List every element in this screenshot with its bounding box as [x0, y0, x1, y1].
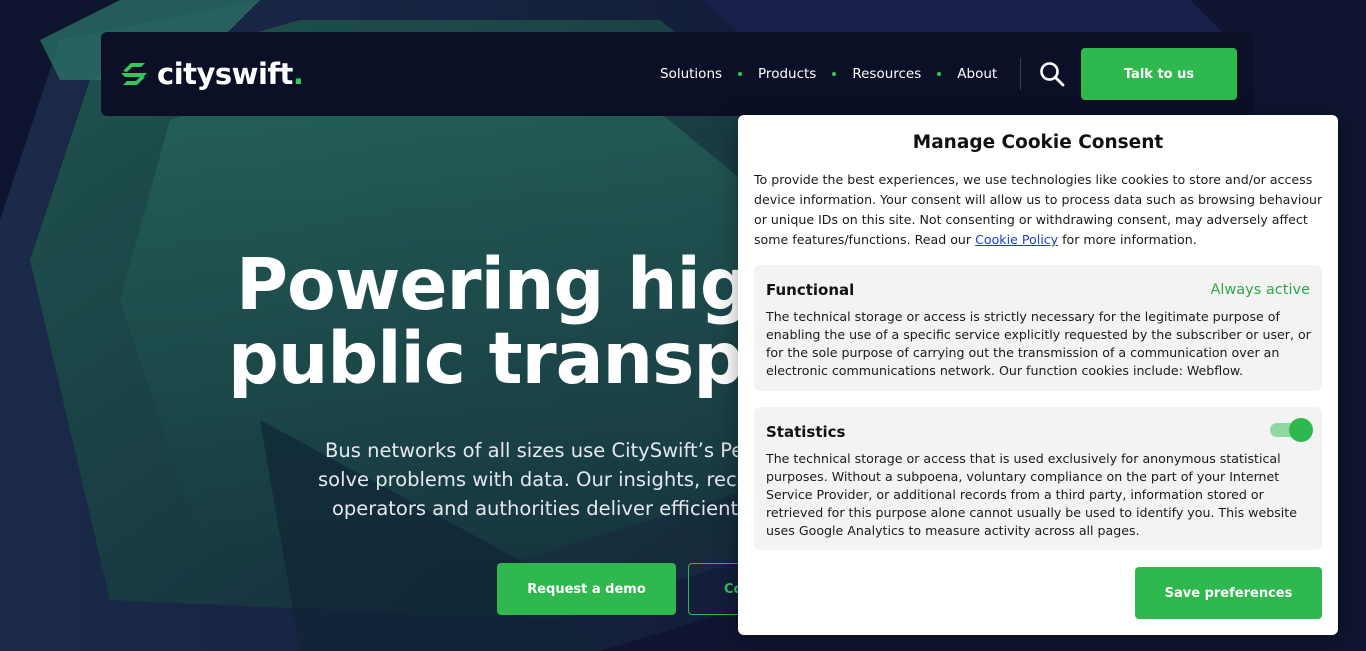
- request-demo-button[interactable]: Request a demo: [497, 563, 676, 615]
- talk-to-us-button[interactable]: Talk to us: [1081, 48, 1237, 100]
- cookie-dialog-title: Manage Cookie Consent: [912, 132, 1164, 153]
- hero-title-line-2: public transpor: [228, 317, 826, 400]
- search-button[interactable]: [1038, 60, 1066, 88]
- cookie-category-description: The technical storage or access is stric…: [766, 309, 1311, 378]
- cookie-category-header: Statistics: [766, 422, 1310, 442]
- cookie-category-title: Statistics: [766, 423, 846, 441]
- nav-separator-dot: [738, 72, 743, 76]
- cookie-intro-text: To provide the best experiences, we use …: [754, 170, 1324, 250]
- cookie-category-header: Functional Always active: [766, 280, 1310, 300]
- nav-separator-dot: [937, 72, 942, 76]
- nav-links: Solutions Products Resources About: [660, 62, 997, 86]
- cookie-category-statistics: Statistics The technical storage or acce…: [754, 407, 1322, 550]
- logo-wordmark: cityswift: [157, 57, 293, 91]
- cookie-intro-suffix: for more information.: [1058, 232, 1197, 247]
- toggle-knob: [1289, 418, 1313, 442]
- logo-dot: .: [292, 57, 304, 91]
- cityswift-logo-icon: [121, 63, 147, 85]
- cookie-policy-link[interactable]: Cookie Policy: [975, 232, 1058, 247]
- cityswift-logo[interactable]: cityswift .: [117, 54, 304, 94]
- nav-divider: [1020, 58, 1021, 90]
- search-icon: [1040, 62, 1065, 87]
- cookie-consent-dialog: Manage Cookie Consent To provide the bes…: [738, 115, 1338, 635]
- always-active-label: Always active: [1210, 282, 1310, 298]
- cookie-category-description: The technical storage or access that is …: [766, 451, 1297, 538]
- save-preferences-button[interactable]: Save preferences: [1135, 567, 1322, 619]
- nav-link-solutions[interactable]: Solutions: [660, 66, 722, 82]
- nav-link-about[interactable]: About: [957, 66, 997, 82]
- nav-link-products[interactable]: Products: [758, 66, 816, 82]
- cookie-category-functional: Functional Always active The technical s…: [754, 265, 1322, 391]
- statistics-toggle[interactable]: [1270, 418, 1313, 442]
- cookie-category-title: Functional: [766, 281, 855, 299]
- nav-link-resources[interactable]: Resources: [852, 66, 921, 82]
- top-navbar: cityswift . Solutions Products Resources…: [101, 32, 1253, 116]
- nav-separator-dot: [832, 72, 837, 76]
